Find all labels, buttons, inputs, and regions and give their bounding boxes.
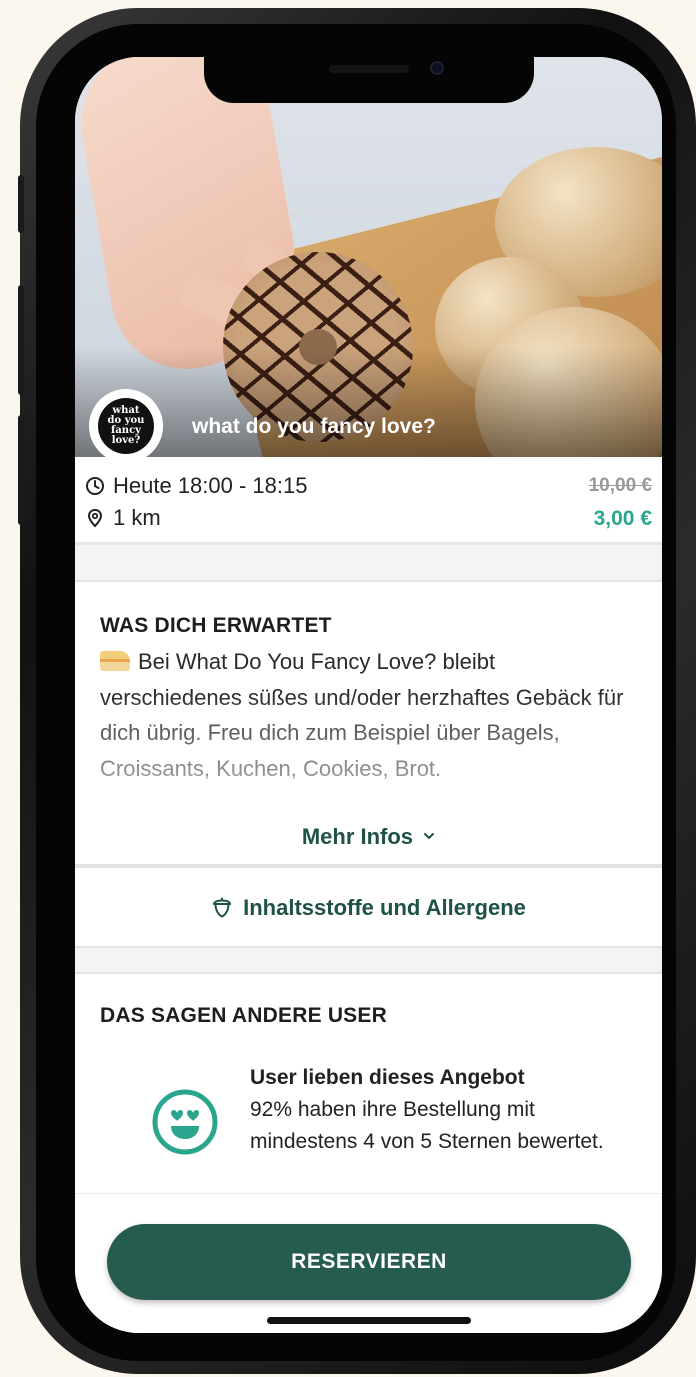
reviews-card: DAS SAGEN ANDERE USER User lieben dieses…	[75, 972, 662, 1212]
discounted-price: 3,00 €	[593, 507, 652, 530]
original-price: 10,00 €	[588, 475, 652, 496]
store-name: what do you fancy love?	[192, 415, 436, 438]
reviews-title: DAS SAGEN ANDERE USER	[100, 1004, 387, 1027]
distance: 1 km	[113, 505, 161, 530]
earpiece-speaker	[329, 65, 409, 73]
review-summary: User lieben dieses Angebot 92% haben ihr…	[250, 1062, 640, 1158]
store-logo: what do you fancy love?	[89, 389, 163, 463]
store-logo-mark: what do you fancy love?	[98, 398, 154, 454]
mute-switch	[18, 175, 24, 233]
acorn-icon	[213, 897, 232, 918]
allergens-link[interactable]: Inhaltsstoffe und Allergene	[75, 868, 662, 948]
reserve-button[interactable]: RESERVIEREN	[107, 1224, 631, 1300]
volume-down-button	[18, 415, 24, 525]
volume-up-button	[18, 285, 24, 395]
front-camera	[430, 61, 444, 75]
clock-icon	[86, 477, 104, 495]
pickup-time-row: Heute 18:00 - 18:15	[85, 473, 307, 499]
allergens-card: Inhaltsstoffe und Allergene	[75, 866, 662, 948]
hero-image	[75, 57, 662, 457]
chevron-down-icon	[424, 833, 435, 840]
allergens-label: Inhaltsstoffe und Allergene	[243, 895, 526, 920]
description-fade-overlay	[75, 692, 662, 814]
expectation-title: WAS DICH ERWARTET	[100, 614, 332, 637]
review-text: 92% haben ihre Bestellung mit mindestens…	[250, 1098, 604, 1153]
location-pin-icon	[87, 508, 103, 528]
more-infos-link[interactable]: Mehr Infos	[75, 824, 662, 850]
app-screen: what do you fancy love? what do you fanc…	[75, 57, 662, 1333]
pickup-info-card: Heute 18:00 - 18:15 1 km 10,00 € 3,00 €	[75, 457, 662, 545]
hero-gradient-overlay	[75, 347, 662, 457]
bottom-action-bar: RESERVIEREN	[75, 1193, 662, 1333]
notch	[204, 57, 534, 103]
cake-icon	[100, 651, 130, 671]
home-indicator	[267, 1317, 471, 1324]
review-headline: User lieben dieses Angebot	[250, 1066, 525, 1089]
more-infos-label: Mehr Infos	[301, 824, 414, 849]
expectation-card: WAS DICH ERWARTET Bei What Do You Fancy …	[75, 580, 662, 866]
heart-eyes-smiley-icon	[152, 1089, 218, 1155]
distance-row: 1 km	[85, 505, 161, 531]
pickup-time: Heute 18:00 - 18:15	[113, 473, 308, 498]
logo-text: love?	[111, 435, 141, 446]
